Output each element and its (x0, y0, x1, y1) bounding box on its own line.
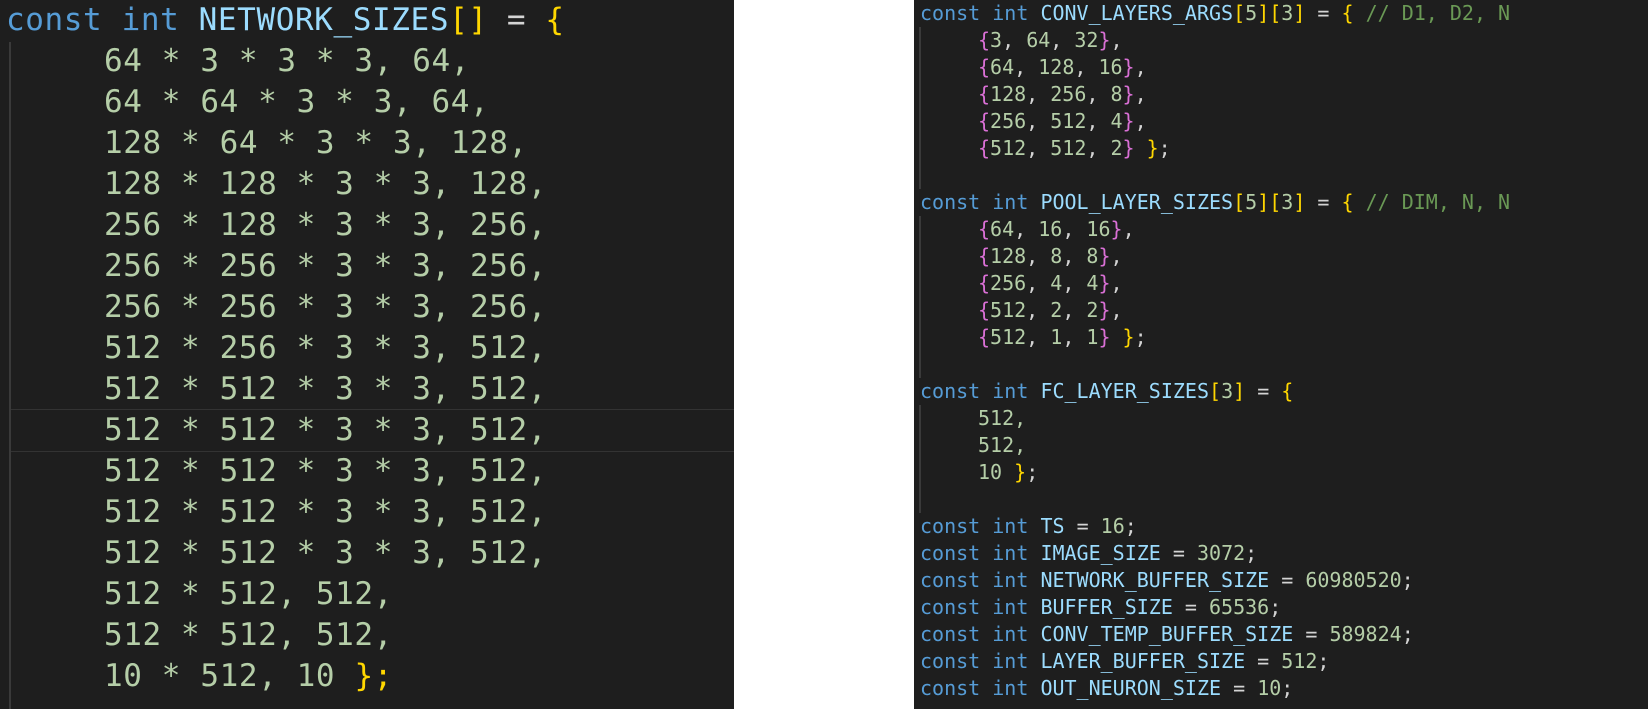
network-size-row[interactable]: 64 * 64 * 3 * 3, 64, (104, 82, 489, 123)
constant-line[interactable]: const int OUT_NEURON_SIZE = 10; (920, 675, 1293, 702)
indent-guide (919, 216, 921, 378)
network-size-row[interactable]: 512 * 512, 512, (104, 615, 393, 656)
fc-row[interactable]: 512, (978, 405, 1026, 432)
constant-value: 16 (1100, 514, 1125, 538)
closing-brace: }; (354, 658, 393, 694)
pool-row[interactable]: {128, 8, 8}, (978, 243, 1123, 270)
constant-name: LAYER_BUFFER_SIZE (1040, 649, 1246, 673)
network-size-row[interactable]: 256 * 128 * 3 * 3, 256, (104, 205, 547, 246)
keyword-int: int (121, 2, 180, 38)
network-sizes-declaration[interactable]: const int NETWORK_SIZES[] = { (6, 0, 565, 41)
array-dim: 5 (1245, 1, 1258, 25)
array-name: FC_LAYER_SIZES (1040, 379, 1210, 403)
constant-name: OUT_NEURON_SIZE (1040, 676, 1222, 700)
fc-layers-declaration[interactable]: const int FC_LAYER_SIZES[3] = { (920, 378, 1293, 405)
constant-name: IMAGE_SIZE (1040, 541, 1161, 565)
indent-guide (9, 42, 11, 709)
left-code-panel: const int NETWORK_SIZES[] = { 64 * 3 * 3… (0, 0, 734, 709)
network-size-row-last[interactable]: 10 * 512, 10 }; (104, 656, 393, 697)
array-name: NETWORK_SIZES (198, 2, 450, 38)
constant-name: CONV_TEMP_BUFFER_SIZE (1040, 622, 1294, 646)
keyword-int: int (992, 190, 1029, 214)
network-size-row[interactable]: 512 * 512 * 3 * 3, 512, (104, 451, 547, 492)
network-size-row[interactable]: 512 * 512 * 3 * 3, 512, (104, 492, 547, 533)
conv-row[interactable]: {256, 512, 4}, (978, 108, 1147, 135)
indent-guide (919, 27, 921, 189)
keyword-const: const (6, 2, 103, 38)
assign-operator: = (487, 2, 546, 38)
conv-row[interactable]: {512, 512, 2} }; (978, 135, 1171, 162)
constant-value: 589824 (1329, 622, 1402, 646)
network-size-row[interactable]: 512 * 512 * 3 * 3, 512, (104, 533, 547, 574)
last-row-values: 10 * 512, 10 (104, 658, 336, 694)
array-dim: 3 (1281, 190, 1294, 214)
constant-value: 60980520 (1305, 568, 1402, 592)
network-size-row[interactable]: 256 * 256 * 3 * 3, 256, (104, 246, 547, 287)
constant-line[interactable]: const int NETWORK_BUFFER_SIZE = 60980520… (920, 567, 1414, 594)
network-size-row[interactable]: 512 * 512 * 3 * 3, 512, (104, 410, 547, 451)
conv-row[interactable]: {128, 256, 8}, (978, 81, 1147, 108)
network-size-row[interactable]: 64 * 3 * 3 * 3, 64, (104, 41, 470, 82)
right-code-panel: const int CONV_LAYERS_ARGS[5][3] = { // … (914, 0, 1648, 709)
pool-row[interactable]: {512, 2, 2}, (978, 297, 1123, 324)
network-size-row[interactable]: 256 * 256 * 3 * 3, 256, (104, 287, 547, 328)
constant-name: NETWORK_BUFFER_SIZE (1040, 568, 1270, 592)
constant-line[interactable]: const int TS = 16; (920, 513, 1137, 540)
conv-row[interactable]: {3, 64, 32}, (978, 27, 1123, 54)
constant-name: BUFFER_SIZE (1040, 595, 1173, 619)
keyword-const: const (920, 1, 981, 25)
network-size-row[interactable]: 512 * 256 * 3 * 3, 512, (104, 328, 547, 369)
pool-row[interactable]: {64, 16, 16}, (978, 216, 1135, 243)
array-dim: 3 (1281, 1, 1294, 25)
keyword-int: int (992, 379, 1029, 403)
network-size-row[interactable]: 128 * 128 * 3 * 3, 128, (104, 164, 547, 205)
conv-layers-declaration[interactable]: const int CONV_LAYERS_ARGS[5][3] = { // … (920, 0, 1510, 27)
open-brace: { (545, 2, 565, 38)
network-size-row[interactable]: 512 * 512 * 3 * 3, 512, (104, 369, 547, 410)
indent-guide (919, 405, 921, 513)
keyword-int: int (992, 1, 1029, 25)
constant-value: 512 (1281, 649, 1318, 673)
constant-value: 65536 (1209, 595, 1270, 619)
pool-row[interactable]: {256, 4, 4}, (978, 270, 1123, 297)
array-dim: 5 (1245, 190, 1258, 214)
array-dim: 3 (1221, 379, 1234, 403)
constant-value: 3072 (1196, 541, 1246, 565)
constant-line[interactable]: const int LAYER_BUFFER_SIZE = 512; (920, 648, 1329, 675)
constant-line[interactable]: const int IMAGE_SIZE = 3072; (920, 540, 1257, 567)
network-size-row[interactable]: 128 * 64 * 3 * 3, 128, (104, 123, 528, 164)
constant-line[interactable]: const int BUFFER_SIZE = 65536; (920, 594, 1281, 621)
network-size-row[interactable]: 512 * 512, 512, (104, 574, 393, 615)
keyword-const: const (920, 190, 981, 214)
array-brackets: [] (449, 2, 488, 38)
fc-row-last[interactable]: 10 }; (978, 459, 1038, 486)
code-comment: // D1, D2, N (1365, 1, 1511, 25)
fc-row[interactable]: 512, (978, 432, 1026, 459)
constant-value: 10 (1257, 676, 1282, 700)
pool-row[interactable]: {512, 1, 1} }; (978, 324, 1147, 351)
array-name: CONV_LAYERS_ARGS (1040, 1, 1234, 25)
constant-name: TS (1040, 514, 1065, 538)
constant-line[interactable]: const int CONV_TEMP_BUFFER_SIZE = 589824… (920, 621, 1414, 648)
code-comment: // DIM, N, N (1365, 190, 1511, 214)
keyword-const: const (920, 379, 981, 403)
pool-layers-declaration[interactable]: const int POOL_LAYER_SIZES[5][3] = { // … (920, 189, 1510, 216)
array-name: POOL_LAYER_SIZES (1040, 190, 1234, 214)
conv-row[interactable]: {64, 128, 16}, (978, 54, 1147, 81)
